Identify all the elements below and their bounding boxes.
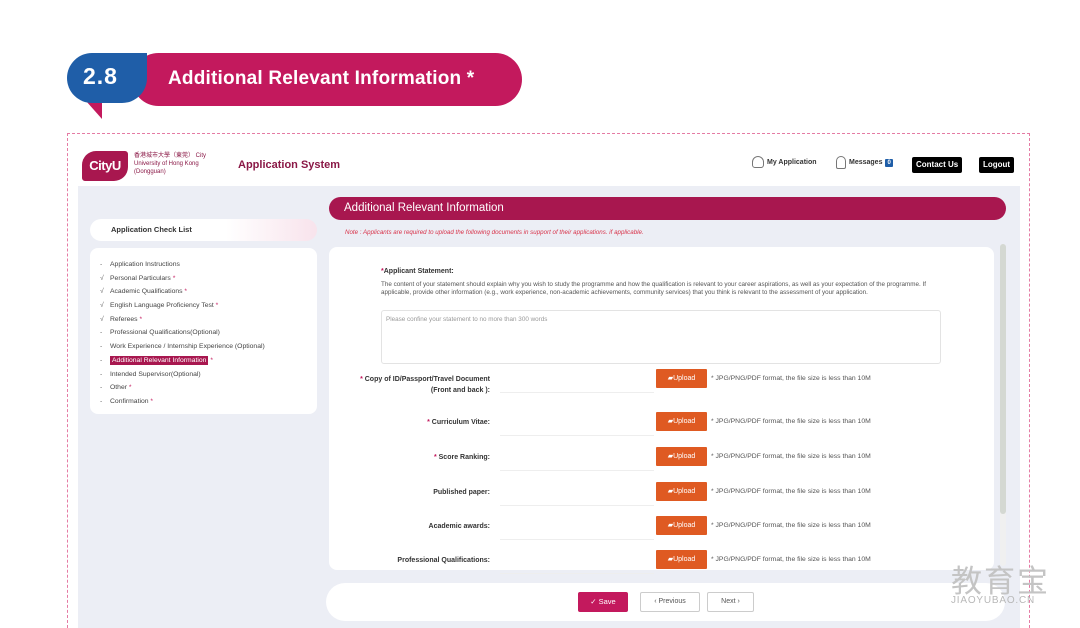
checklist-item[interactable]: - Other * bbox=[100, 381, 317, 395]
upload-button[interactable]: ▰Upload bbox=[656, 447, 707, 466]
dash-icon: - bbox=[100, 384, 103, 392]
statement-textarea[interactable]: Please confine your statement to no more… bbox=[381, 310, 941, 364]
contact-us-button[interactable]: Contact Us bbox=[912, 157, 963, 173]
upload-hint: * JPG/PNG/PDF format, the file size is l… bbox=[711, 418, 871, 425]
dash-icon: - bbox=[100, 261, 103, 268]
upload-hint: * JPG/PNG/PDF format, the file size is l… bbox=[711, 453, 871, 460]
file-name-field bbox=[500, 505, 654, 506]
checklist-item-label: Work Experience / Internship Experience … bbox=[110, 343, 265, 351]
checklist-item-label: Additional Relevant Information bbox=[110, 355, 209, 365]
checklist-item[interactable]: - Intended Supervisor(Optional) bbox=[100, 368, 317, 382]
upload-button[interactable]: ▰Upload bbox=[656, 516, 707, 535]
dash-icon: - bbox=[100, 370, 103, 378]
checklist-item[interactable]: - Additional Relevant Information * bbox=[100, 354, 317, 368]
scrollbar-thumb[interactable] bbox=[1000, 244, 1006, 514]
chevron-right-icon: › bbox=[735, 598, 740, 605]
save-button[interactable]: ✓ Save bbox=[578, 592, 628, 612]
bell-icon bbox=[836, 156, 846, 169]
next-button[interactable]: Next › bbox=[707, 592, 754, 612]
upload-label: * Curriculum Vitae: bbox=[427, 419, 490, 426]
messages-link[interactable]: Messages 0 bbox=[836, 156, 893, 169]
required-marker: * bbox=[137, 315, 143, 323]
check-mark-icon: √ bbox=[100, 274, 104, 282]
upload-note: Note : Applicants are required to upload… bbox=[345, 229, 644, 236]
logo-subtitle: 香港城市大學（東莞） City University of Hong Kong … bbox=[134, 153, 207, 175]
checklist-item[interactable]: √ Referees * bbox=[100, 313, 317, 327]
checklist-item-label: Other bbox=[110, 384, 127, 392]
watermark-url: JIAOYUBAO.CN bbox=[951, 595, 1036, 606]
section-title: Additional Relevant Information * bbox=[168, 68, 475, 89]
checklist-item[interactable]: - Professional Qualifications(Optional) bbox=[100, 326, 317, 340]
checklist-item[interactable]: √ English Language Proficiency Test * bbox=[100, 299, 317, 313]
logout-button[interactable]: Logout bbox=[979, 157, 1015, 173]
required-marker: * bbox=[182, 288, 188, 296]
required-marker: * bbox=[208, 356, 214, 364]
upload-hint: * JPG/PNG/PDF format, the file size is l… bbox=[711, 556, 871, 563]
checklist-item[interactable]: √ Academic Qualifications * bbox=[100, 285, 317, 299]
check-mark-icon: √ bbox=[100, 288, 104, 296]
upload-button[interactable]: ▰Upload bbox=[656, 550, 707, 569]
checklist-item-label: English Language Proficiency Test bbox=[110, 302, 214, 310]
checklist-item-label: Intended Supervisor(Optional) bbox=[110, 370, 201, 378]
upload-hint: * JPG/PNG/PDF format, the file size is l… bbox=[711, 488, 871, 495]
required-marker: * bbox=[127, 384, 132, 392]
dash-icon: - bbox=[100, 329, 103, 337]
upload-label: * Copy of ID/Passport/Travel Document (Fr… bbox=[360, 376, 490, 394]
my-application-link[interactable]: My Application bbox=[752, 156, 817, 168]
messages-count-badge: 0 bbox=[885, 158, 893, 167]
checklist-item-label: Personal Particulars bbox=[110, 274, 171, 282]
upload-label: * Score Ranking: bbox=[433, 454, 490, 461]
section-number: 2.8 bbox=[83, 63, 118, 89]
previous-button[interactable]: ‹ Previous bbox=[640, 592, 700, 612]
statement-description: The content of your statement should exp… bbox=[381, 281, 926, 296]
dash-icon: - bbox=[100, 343, 103, 351]
upload-button[interactable]: ▰Upload bbox=[656, 369, 707, 388]
file-name-field bbox=[500, 470, 654, 471]
dash-icon: - bbox=[100, 397, 103, 405]
required-marker: * bbox=[170, 274, 176, 282]
checklist-title: Application Check List bbox=[90, 219, 317, 241]
checklist-item-label: Professional Qualifications(Optional) bbox=[110, 329, 220, 337]
upload-button[interactable]: ▰Upload bbox=[656, 412, 707, 431]
dash-icon: - bbox=[100, 356, 103, 364]
upload-label: Published paper: bbox=[433, 489, 490, 496]
checklist-item-label: Academic Qualifications bbox=[110, 288, 183, 296]
statement-label: *Applicant Statement: bbox=[381, 268, 454, 275]
check-mark-icon: √ bbox=[100, 315, 104, 323]
upload-hint: * JPG/PNG/PDF format, the file size is l… bbox=[711, 375, 871, 382]
checklist-item-label: Confirmation bbox=[110, 397, 149, 405]
app-title: Application System bbox=[238, 159, 341, 171]
required-marker: * bbox=[148, 397, 154, 405]
checklist-item-label: Referees bbox=[110, 315, 138, 323]
required-marker: * bbox=[213, 302, 219, 310]
file-name-field bbox=[500, 573, 654, 574]
application-checklist: - Application Instructions √ Personal Parti… bbox=[90, 248, 317, 414]
file-name-field bbox=[500, 435, 654, 436]
check-icon: ✓ bbox=[590, 597, 599, 606]
section-number-badge: 2.8 bbox=[67, 53, 147, 119]
checklist-item[interactable]: - Confirmation * bbox=[100, 395, 317, 409]
check-mark-icon: √ bbox=[100, 302, 104, 310]
checklist-item[interactable]: - Work Experience / Internship Experience… bbox=[100, 340, 317, 354]
panel-title: Additional Relevant Information bbox=[329, 197, 1006, 220]
user-icon bbox=[752, 156, 764, 168]
checklist-item[interactable]: - Application Instructions bbox=[100, 258, 317, 272]
file-name-field bbox=[500, 392, 654, 393]
upload-label: Academic awards: bbox=[428, 523, 490, 530]
cityu-logo[interactable]: CityU bbox=[82, 151, 128, 181]
file-name-field bbox=[500, 539, 654, 540]
upload-hint: * JPG/PNG/PDF format, the file size is l… bbox=[711, 522, 871, 529]
upload-label: Professional Qualifications: bbox=[397, 557, 490, 564]
checklist-item-label: Application Instructions bbox=[110, 261, 180, 268]
upload-button[interactable]: ▰Upload bbox=[656, 482, 707, 501]
checklist-item[interactable]: √ Personal Particulars * bbox=[100, 272, 317, 286]
